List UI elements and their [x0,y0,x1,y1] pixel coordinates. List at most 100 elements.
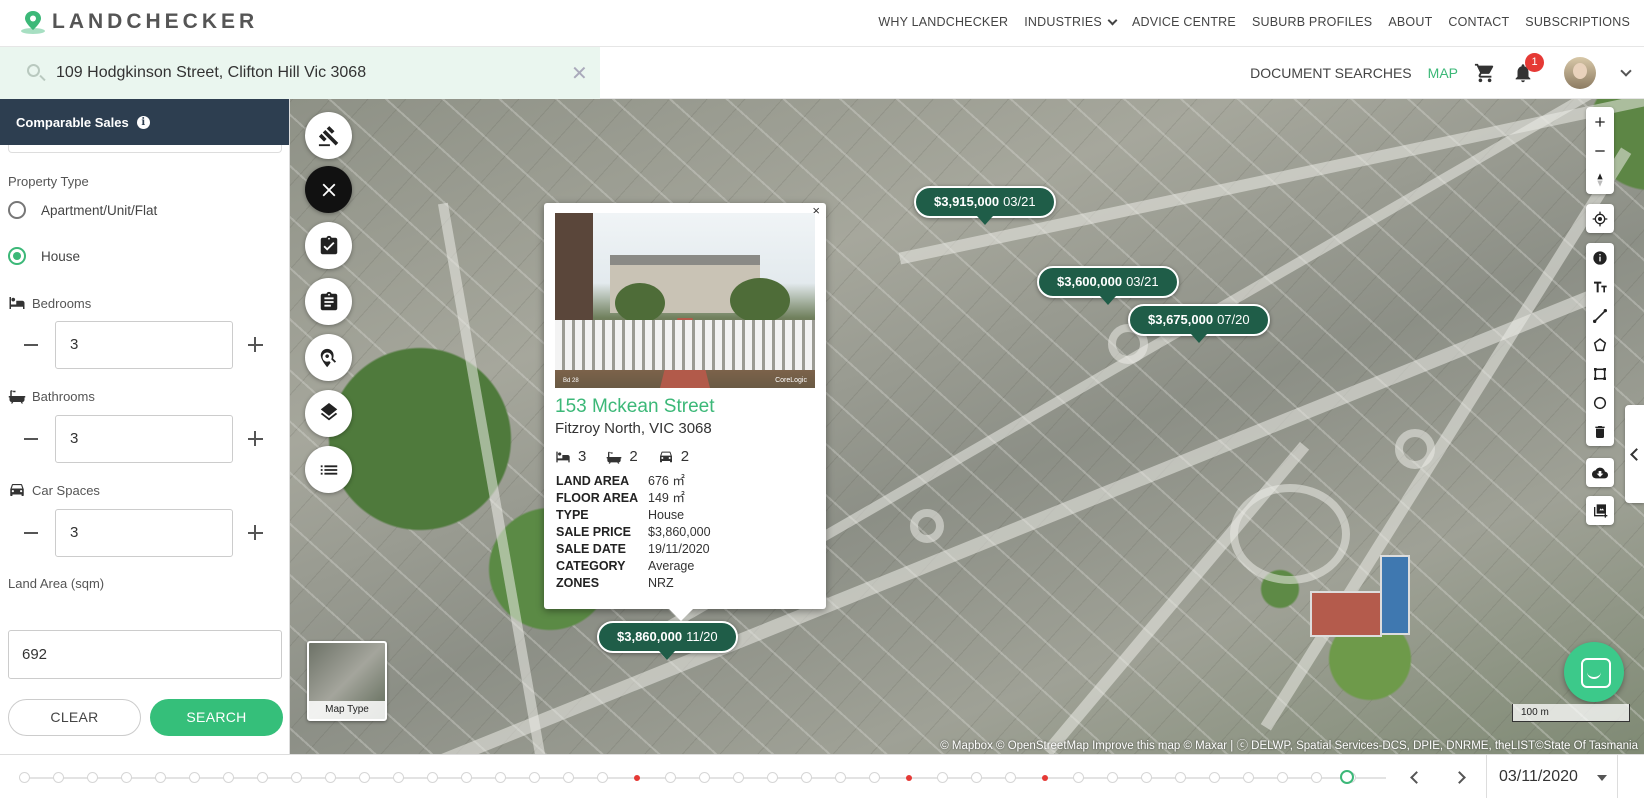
price-pin[interactable]: $3,675,000 07/20 [1128,304,1270,343]
timeline-tick[interactable] [699,772,710,783]
timeline-tick[interactable] [1277,772,1288,783]
bathrooms-field[interactable]: 3 [55,415,233,463]
timeline-tick[interactable] [393,772,404,783]
gavel-tool-button[interactable] [305,112,352,159]
timeline-tick[interactable] [87,772,98,783]
timeline-tick[interactable] [325,772,336,783]
timeline-tick[interactable] [971,772,982,783]
chat-button[interactable] [1564,642,1624,702]
chevron-right-icon[interactable] [1453,771,1466,784]
timeline-current-marker[interactable] [1340,770,1354,784]
land-area-field[interactable]: 692 [8,630,282,679]
property-photo[interactable]: Bd 28 CoreLogic [555,213,815,388]
zoom-in-button[interactable] [1586,107,1614,136]
timeline-tick[interactable] [155,772,166,783]
geolocate-button[interactable] [1586,204,1614,233]
timeline-tick[interactable] [1243,772,1254,783]
radio-house[interactable]: House [8,247,80,265]
price-pin[interactable]: $3,915,000 03/21 [914,186,1056,225]
timeline-sale-marker[interactable] [1042,775,1048,781]
report-tool-button[interactable] [305,278,352,325]
cart-icon[interactable] [1474,62,1496,84]
close-icon[interactable]: ✕ [571,61,588,86]
checklist-tool-button[interactable] [305,222,352,269]
location-search-tool-button[interactable] [305,334,352,381]
increment-button[interactable] [248,337,263,352]
nav-about[interactable]: ABOUT [1388,15,1432,29]
compass-button[interactable] [1586,165,1614,194]
nav-advice-centre[interactable]: ADVICE CENTRE [1132,15,1236,29]
decrement-button[interactable] [24,344,38,346]
timeline-tick[interactable] [1175,772,1186,783]
circle-tool-button[interactable] [1586,388,1614,417]
layers-tool-button[interactable] [305,390,352,437]
timeline-tick[interactable] [1005,772,1016,783]
price-pin-selected[interactable]: $3,860,000 11/20 [597,621,738,660]
info-button[interactable] [1586,243,1614,272]
clear-button[interactable]: CLEAR [8,699,141,736]
map-link[interactable]: MAP [1428,65,1458,81]
timeline-tick[interactable] [801,772,812,783]
line-tool-button[interactable] [1586,301,1614,330]
nav-why-landchecker[interactable]: WHY LANDCHECKER [878,15,1008,29]
timeline-tick[interactable] [291,772,302,783]
nav-contact[interactable]: CONTACT [1448,15,1509,29]
decrement-button[interactable] [24,438,38,440]
avatar[interactable] [1564,57,1596,89]
timeline-tick[interactable] [427,772,438,783]
property-address-link[interactable]: 153 Mckean Street [555,396,714,418]
timeline-tick[interactable] [1107,772,1118,783]
radio-apartment[interactable]: Apartment/Unit/Flat [8,201,157,219]
timeline-tick[interactable] [223,772,234,783]
timeline-tick[interactable] [1141,772,1152,783]
timeline-tick[interactable] [665,772,676,783]
timeline-tick[interactable] [53,772,64,783]
logo[interactable]: LANDCHECKER [20,9,258,35]
timeline-tick[interactable] [189,772,200,783]
collapse-panel-tab[interactable] [1625,405,1644,503]
timeline-tick[interactable] [733,772,744,783]
polygon-tool-button[interactable] [1586,330,1614,359]
map-type-switcher[interactable]: Map Type [307,641,387,721]
timeline-tick[interactable] [461,772,472,783]
car-spaces-field[interactable]: 3 [55,509,233,557]
text-tool-button[interactable] [1586,272,1614,301]
add-image-button[interactable] [1586,496,1614,525]
timeline-tick[interactable] [937,772,948,783]
timeline-tick[interactable] [359,772,370,783]
nav-industries[interactable]: INDUSTRIES [1024,15,1118,29]
bedrooms-field[interactable]: 3 [55,321,233,369]
timeline-tick[interactable] [835,772,846,783]
chevron-down-icon[interactable] [1620,64,1632,77]
delete-tool-button[interactable] [1586,417,1614,446]
decrement-button[interactable] [24,532,38,534]
nav-subscriptions[interactable]: SUBSCRIPTIONS [1525,15,1630,29]
rectangle-tool-button[interactable] [1586,359,1614,388]
map-attribution[interactable]: © Mapbox © OpenStreetMap Improve this ma… [940,737,1638,753]
chevron-left-icon[interactable] [1410,771,1423,784]
radio-button[interactable] [8,201,26,219]
zoom-out-button[interactable] [1586,136,1614,165]
timeline-tick[interactable] [1209,772,1220,783]
timeline-tick[interactable] [495,772,506,783]
info-icon[interactable]: i [136,115,150,129]
radio-button-selected[interactable] [8,247,26,265]
timeline-tick[interactable] [1073,772,1084,783]
list-tool-button[interactable] [305,446,352,493]
price-pin[interactable]: $3,600,000 03/21 [1037,266,1179,305]
timeline-tick[interactable] [257,772,268,783]
address-search-input[interactable] [56,59,556,87]
bell-icon[interactable]: 1 [1512,53,1544,84]
timeline-tick[interactable] [529,772,540,783]
timeline-tick[interactable] [563,772,574,783]
timeline-tick[interactable] [597,772,608,783]
timeline-tick[interactable] [869,772,880,783]
timeline-tick[interactable] [767,772,778,783]
close-tools-button[interactable] [305,166,352,213]
timeline-tick[interactable] [19,772,30,783]
nav-suburb-profiles[interactable]: SUBURB PROFILES [1252,15,1372,29]
document-searches-link[interactable]: DOCUMENT SEARCHES [1250,65,1412,81]
increment-button[interactable] [248,525,263,540]
timeline-tick[interactable] [121,772,132,783]
download-button[interactable] [1586,458,1614,487]
